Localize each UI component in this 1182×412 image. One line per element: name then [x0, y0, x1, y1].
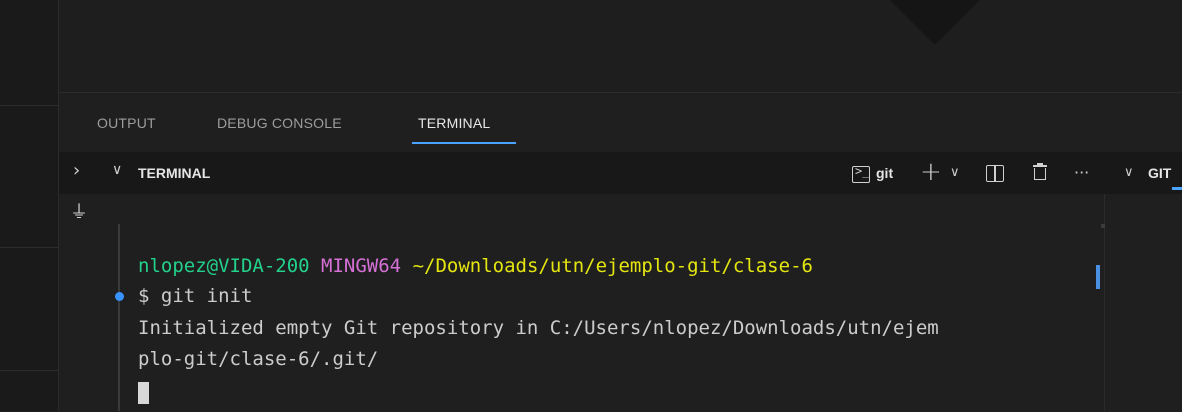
- section-title: TERMINAL: [138, 165, 211, 181]
- more-icon[interactable]: ···: [1074, 163, 1089, 182]
- terminal-gutter: [118, 224, 120, 411]
- prompt-system: MINGW64: [321, 255, 402, 277]
- prompt-line: nlopez@VIDA-200 MINGW64 ~/Downloads/utn/…: [138, 255, 813, 277]
- split-icon[interactable]: [986, 165, 1004, 182]
- plug-icon[interactable]: ⏚: [70, 198, 88, 224]
- git-pane: [1104, 194, 1182, 411]
- tab-debug-console[interactable]: DEBUG CONSOLE: [217, 115, 342, 131]
- output-line: plo-git/clase-6/.git/: [138, 348, 379, 370]
- divider: [0, 105, 58, 106]
- command-line: $ git init: [138, 285, 253, 307]
- git-section-title[interactable]: GIT: [1148, 165, 1171, 181]
- command-dot-icon[interactable]: [115, 292, 124, 301]
- chevron-down-icon[interactable]: ∨: [112, 162, 122, 178]
- terminal-body[interactable]: [108, 194, 1104, 411]
- terminal-section-header: [59, 152, 1182, 194]
- divider: [0, 370, 58, 371]
- tab-terminal[interactable]: TERMINAL: [418, 115, 490, 131]
- trash-icon[interactable]: [1033, 163, 1047, 181]
- tab-output[interactable]: OUTPUT: [97, 115, 156, 131]
- terminal-cursor: [138, 382, 149, 404]
- prompt-user-host: nlopez@VIDA-200: [138, 255, 310, 277]
- plus-icon[interactable]: +: [920, 157, 942, 187]
- output-line: Initialized empty Git repository in C:/U…: [138, 317, 939, 339]
- terminal-icon[interactable]: >_: [852, 164, 870, 183]
- divider: [0, 247, 58, 248]
- active-indicator: [1172, 187, 1182, 190]
- chevron-down-icon[interactable]: ∨: [950, 165, 960, 180]
- activity-strip: [0, 0, 59, 411]
- active-tab-indicator: [412, 142, 516, 144]
- editor-area: [59, 0, 1182, 92]
- chevron-down-icon[interactable]: ∨: [1124, 165, 1134, 180]
- terminal-profile-name[interactable]: git: [876, 165, 893, 181]
- scrollbar-marker: [1101, 224, 1105, 228]
- editor-decoration: [890, 0, 980, 45]
- prompt-path: ~/Downloads/utn/ejemplo-git/clase-6: [412, 255, 813, 277]
- expand-icon[interactable]: ›: [73, 160, 80, 181]
- scrollbar-thumb[interactable]: [1096, 265, 1100, 289]
